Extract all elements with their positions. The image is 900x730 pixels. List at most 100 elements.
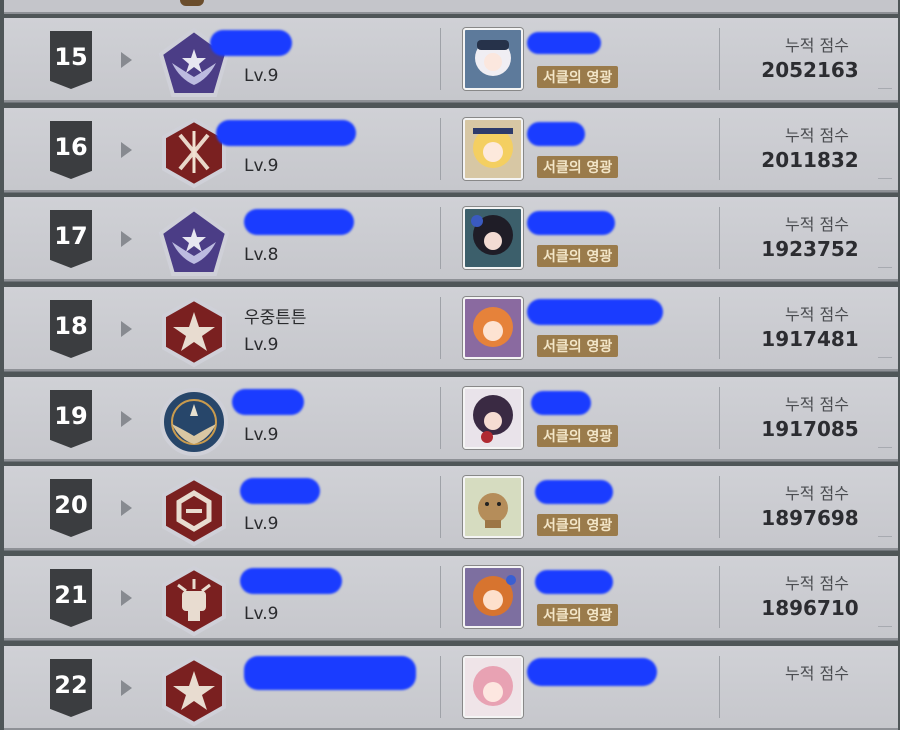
column-divider: [440, 476, 441, 538]
ginger-character-avatar[interactable]: [463, 566, 523, 628]
column-divider: [719, 476, 720, 538]
row-corner-mark: [878, 88, 892, 95]
redacted-leader-name: [535, 480, 613, 504]
score-label: 누적 점수: [785, 664, 849, 683]
redacted-player-name: [240, 478, 320, 504]
rank-badge: 18: [50, 300, 92, 358]
rank-badge: 21: [50, 569, 92, 627]
circle-glory-badge: 서클의 영광: [537, 604, 619, 626]
rank-badge: 20: [50, 479, 92, 537]
expand-arrow-icon[interactable]: [121, 231, 132, 247]
red-fist-emblem-icon: [162, 565, 226, 637]
column-divider: [440, 566, 441, 628]
cumulative-score: 1896710: [761, 596, 859, 620]
rank-badge: 17: [50, 210, 92, 268]
purple-hair-character-avatar[interactable]: [463, 387, 523, 449]
redacted-leader-name: [535, 570, 613, 594]
redacted-leader-name: [531, 391, 591, 415]
pink-hair-character-avatar[interactable]: [463, 656, 523, 718]
cumulative-score: 2011832: [761, 148, 859, 172]
column-divider: [719, 28, 720, 90]
cumulative-score: 1897698: [761, 506, 859, 530]
red-hexagon-emblem-icon: [162, 475, 226, 547]
player-level: Lv.9: [244, 66, 279, 86]
column-divider: [440, 28, 441, 90]
circle-glory-badge: 서클의 영광: [537, 245, 619, 267]
player-level: Lv.9: [244, 604, 279, 624]
column-divider: [440, 297, 441, 359]
column-divider: [719, 297, 720, 359]
row-corner-mark: [878, 626, 892, 633]
redacted-player-name: [244, 656, 416, 690]
purple-eagle-emblem-icon: [158, 206, 230, 276]
player-level: Lv.9: [244, 425, 279, 445]
column-divider: [719, 566, 720, 628]
ranking-row[interactable]: 21 Lv.9 서클의 영광 누적 점수 1896710: [4, 556, 898, 640]
redacted-player-name: [240, 568, 342, 594]
redacted-player-name: [244, 209, 354, 235]
circle-glory-badge: 서클의 영광: [537, 425, 619, 447]
cumulative-score: 1917481: [761, 327, 859, 351]
expand-arrow-icon[interactable]: [121, 411, 132, 427]
cumulative-score: 1917085: [761, 417, 859, 441]
cumulative-score: 1923752: [761, 237, 859, 261]
expand-arrow-icon[interactable]: [121, 52, 132, 68]
redacted-player-name: [216, 120, 356, 146]
row-corner-mark: [878, 357, 892, 364]
ranking-row[interactable]: 15 Lv.9 서클의 영광 누적 점수 2052163: [4, 18, 898, 102]
rank-badge: 16: [50, 121, 92, 179]
rank-badge: 15: [50, 31, 92, 89]
ranking-row[interactable]: 18 우중튼튼 Lv.9 서클의 영광 누적 점수 1917481: [4, 287, 898, 371]
circle-ranking-list: 15 Lv.9 서클의 영광 누적 점수 2052163 16 Lv.9 서클의…: [0, 0, 900, 730]
red-star-emblem-icon: [162, 655, 226, 727]
circle-glory-badge: 서클의 영광: [537, 156, 619, 178]
ranking-row[interactable]: 20 Lv.9 서클의 영광 누적 점수 1897698: [4, 466, 898, 550]
expand-arrow-icon[interactable]: [121, 142, 132, 158]
ranking-row[interactable]: 16 Lv.9 서클의 영광 누적 점수 2011832: [4, 108, 898, 192]
expand-arrow-icon[interactable]: [121, 590, 132, 606]
column-divider: [440, 656, 441, 718]
player-name: 우중튼튼: [244, 308, 307, 328]
column-divider: [719, 656, 720, 718]
redacted-leader-name: [527, 122, 585, 146]
row-corner-mark: [878, 447, 892, 454]
column-divider: [719, 207, 720, 269]
score-label: 누적 점수: [785, 574, 849, 593]
redacted-leader-name: [527, 658, 657, 686]
score-label: 누적 점수: [785, 395, 849, 414]
red-star-emblem-icon: [162, 296, 226, 368]
expand-arrow-icon[interactable]: [121, 500, 132, 516]
column-divider: [440, 207, 441, 269]
dark-hair-character-avatar[interactable]: [463, 207, 523, 269]
row-corner-mark: [878, 536, 892, 543]
ranking-row[interactable]: 22 누적 점수: [4, 646, 898, 730]
redacted-leader-name: [527, 299, 663, 325]
orange-hair-character-avatar[interactable]: [463, 297, 523, 359]
rank-badge: 22: [50, 659, 92, 717]
ranking-row[interactable]: 17 Lv.8 서클의 영광 누적 점수 1923752: [4, 197, 898, 281]
rank-badge: 19: [50, 390, 92, 448]
column-divider: [719, 387, 720, 449]
score-label: 누적 점수: [785, 305, 849, 324]
redacted-player-name: [232, 389, 304, 415]
blue-eagle-emblem-icon: [160, 388, 228, 456]
redacted-leader-name: [527, 211, 615, 235]
player-level: Lv.9: [244, 156, 279, 176]
player-level: Lv.9: [244, 514, 279, 534]
ranking-row[interactable]: 19 Lv.9 서클의 영광 누적 점수 1917085: [4, 377, 898, 461]
previous-row-edge: [4, 0, 898, 14]
plush-toy-avatar[interactable]: [463, 476, 523, 538]
circle-glory-badge: 서클의 영광: [537, 66, 619, 88]
row-corner-mark: [878, 267, 892, 274]
score-label: 누적 점수: [785, 36, 849, 55]
expand-arrow-icon[interactable]: [121, 321, 132, 337]
white-hair-character-avatar[interactable]: [463, 28, 523, 90]
score-label: 누적 점수: [785, 484, 849, 503]
column-divider: [719, 118, 720, 180]
circle-glory-badge: 서클의 영광: [537, 514, 619, 536]
blonde-character-avatar[interactable]: [463, 118, 523, 180]
redacted-player-name: [210, 30, 292, 56]
score-label: 누적 점수: [785, 215, 849, 234]
cumulative-score: 2052163: [761, 58, 859, 82]
row-corner-mark: [878, 178, 892, 185]
